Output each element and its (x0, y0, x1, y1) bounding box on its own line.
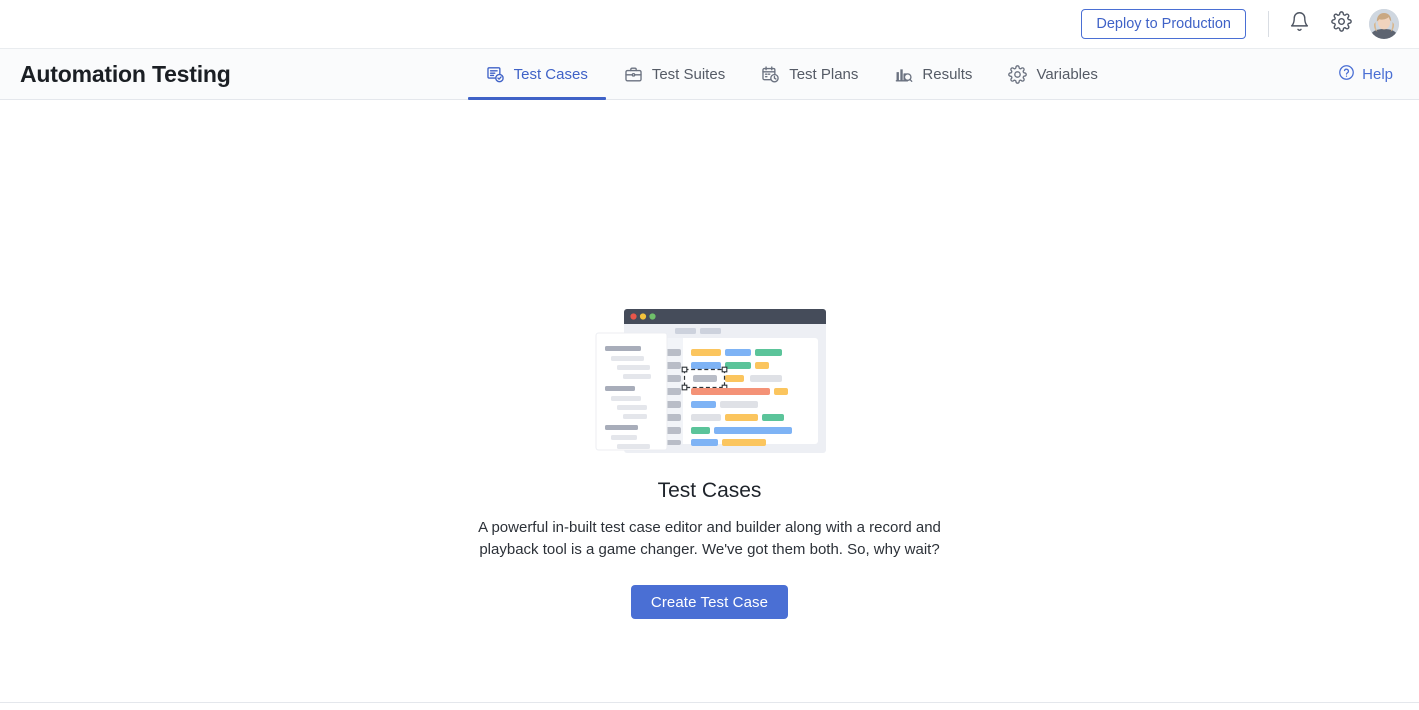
illustration-svg (595, 309, 826, 453)
traffic-light-green (648, 313, 656, 320)
tab-test-plans-label: Test Plans (789, 65, 859, 83)
calendar-clock-icon (761, 65, 780, 84)
empty-state-description: A powerful in-built test case editor and… (478, 519, 941, 558)
gear-icon (1330, 11, 1352, 37)
tab-test-plans[interactable]: Test Plans (743, 49, 876, 99)
page-title: Automation Testing (20, 60, 231, 87)
tab-results[interactable]: Results (876, 49, 990, 99)
topbar: Deploy to Production (0, 0, 1419, 48)
tab-test-cases-label: Test Cases (513, 65, 588, 83)
tab-test-suites-label: Test Suites (651, 65, 726, 83)
tab-variables-label: Variables (1036, 65, 1098, 83)
deploy-to-production-button[interactable]: Deploy to Production (1081, 9, 1246, 39)
settings-button[interactable] (1327, 10, 1355, 38)
tab-results-label: Results (922, 65, 973, 83)
document-check-icon (486, 65, 505, 84)
navbar: Automation Testing Test Cases Test Suite… (0, 48, 1419, 100)
create-test-case-button[interactable]: Create Test Case (630, 585, 789, 619)
bell-icon (1289, 11, 1310, 37)
help-link[interactable]: Help (1338, 49, 1399, 99)
main-content: Test Cases A powerful in-built test case… (0, 100, 1419, 710)
topbar-divider (1268, 11, 1269, 37)
traffic-light-yellow (639, 313, 646, 320)
help-label: Help (1362, 65, 1393, 83)
footer-divider (0, 702, 1419, 703)
tab-variables[interactable]: Variables (990, 49, 1115, 99)
user-avatar-image (1369, 9, 1399, 39)
notifications-button[interactable] (1285, 10, 1313, 38)
bar-chart-search-icon (894, 65, 913, 84)
briefcase-icon (624, 65, 643, 84)
gear-icon (1008, 64, 1028, 84)
tab-test-suites[interactable]: Test Suites (606, 49, 743, 99)
avatar[interactable] (1369, 9, 1399, 39)
question-circle-icon (1338, 64, 1355, 85)
nav-tabs: Test Cases Test Suites Test Plans Result… (467, 49, 1116, 100)
browser-test-editor-illustration (594, 305, 826, 457)
app-root: Deploy to Production Automation Testing … (0, 0, 1419, 710)
empty-state-title: Test Cases (657, 479, 762, 502)
traffic-light-red (629, 313, 637, 320)
empty-state: Test Cases A powerful in-built test case… (0, 100, 1419, 619)
tab-test-cases[interactable]: Test Cases (467, 49, 607, 100)
